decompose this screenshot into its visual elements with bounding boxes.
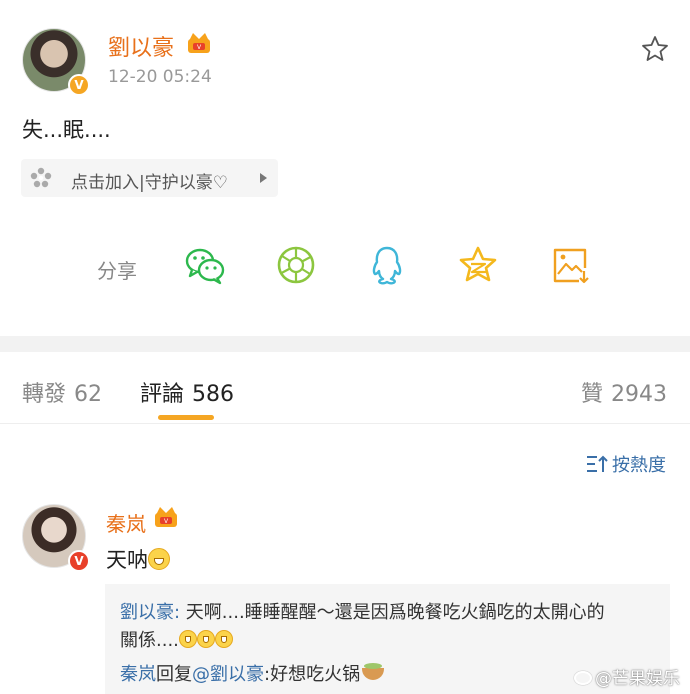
reply2-author[interactable]: 秦岚 — [120, 664, 156, 685]
sort-label: 按熱度 — [612, 455, 666, 476]
post-card: V 劉以豪 V 12-20 05:24 失...眠.... 点击加入|守护以豪♡… — [0, 0, 690, 336]
share-label: 分享 — [97, 259, 137, 283]
author-name[interactable]: 劉以豪 — [108, 30, 174, 62]
reply-line-2: 秦岚回复@劉以豪:好想吃火锅 — [120, 660, 385, 686]
save-image-icon[interactable] — [549, 244, 591, 286]
reply-author[interactable]: 劉以豪: — [120, 602, 180, 623]
moments-icon[interactable] — [275, 244, 317, 286]
wechat-icon[interactable] — [184, 244, 226, 286]
tab-likes-label: 贊 — [581, 382, 604, 407]
tab-likes[interactable]: 贊 2943 — [581, 376, 667, 408]
grin-emoji-icon — [196, 630, 215, 648]
verified-badge-icon: V — [68, 550, 90, 572]
super-topic-button[interactable]: 点击加入|守护以豪♡ — [21, 159, 278, 197]
reply-line-cont: 關係.... — [120, 626, 233, 652]
favorite-star-icon[interactable] — [640, 34, 670, 64]
post-text: 失...眠.... — [22, 118, 111, 142]
commenter-name[interactable]: 秦岚 — [106, 508, 146, 537]
sort-icon — [587, 455, 608, 472]
emoji-icon — [148, 548, 170, 570]
reply-line: 劉以豪: 天啊....睡睡醒醒～還是因爲晚餐吃火鍋吃的太開心的 — [120, 598, 605, 624]
author-avatar[interactable]: V — [22, 28, 90, 96]
qzone-icon[interactable] — [457, 244, 499, 286]
weibo-logo-icon — [574, 671, 592, 685]
interaction-tabs: 轉發 62 評論 586 贊 2943 — [0, 352, 690, 424]
tab-likes-count: 2943 — [611, 382, 668, 407]
tab-comments[interactable]: 評論 586 — [140, 376, 234, 408]
verified-badge-icon: V — [68, 74, 90, 96]
grin-emoji-icon — [178, 630, 197, 648]
crown-icon: V — [155, 507, 177, 527]
active-tab-indicator — [158, 415, 214, 420]
tab-reposts[interactable]: 轉發 62 — [22, 376, 102, 408]
super-topic-label: 点击加入|守护以豪♡ — [71, 173, 228, 193]
watermark-text: @芒果娱乐 — [595, 669, 680, 689]
reply2-mention[interactable]: @劉以豪 — [192, 664, 264, 685]
qq-icon[interactable] — [366, 244, 408, 286]
reply-text: 天啊....睡睡醒醒～還是因爲晚餐吃火鍋吃的太開心的 — [180, 602, 605, 623]
reply2-verb: 回复 — [156, 664, 192, 685]
post-time: 12-20 05:24 — [108, 67, 212, 87]
crown-icon: V — [188, 33, 210, 53]
section-divider — [0, 336, 690, 352]
reply-text-cont: 關係.... — [120, 630, 179, 651]
sort-row: 按熱度 — [0, 424, 690, 492]
comment-text: 天呐 — [106, 544, 170, 574]
sort-by-hot-button[interactable]: 按熱度 — [586, 451, 666, 477]
hotpot-emoji-icon — [362, 663, 385, 680]
tab-reposts-label: 轉發 — [22, 382, 67, 407]
tab-reposts-count: 62 — [74, 382, 103, 407]
comment-text-body: 天呐 — [106, 548, 148, 572]
super-topic-icon — [30, 167, 52, 188]
grin-emoji-icon — [214, 630, 233, 648]
reply2-text: :好想吃火锅 — [264, 664, 361, 685]
tab-comments-label: 評論 — [140, 382, 185, 407]
watermark: @芒果娱乐 — [574, 664, 680, 689]
tab-comments-count: 586 — [192, 382, 235, 407]
commenter-avatar[interactable]: V — [22, 504, 90, 572]
chevron-right-icon — [260, 173, 267, 183]
